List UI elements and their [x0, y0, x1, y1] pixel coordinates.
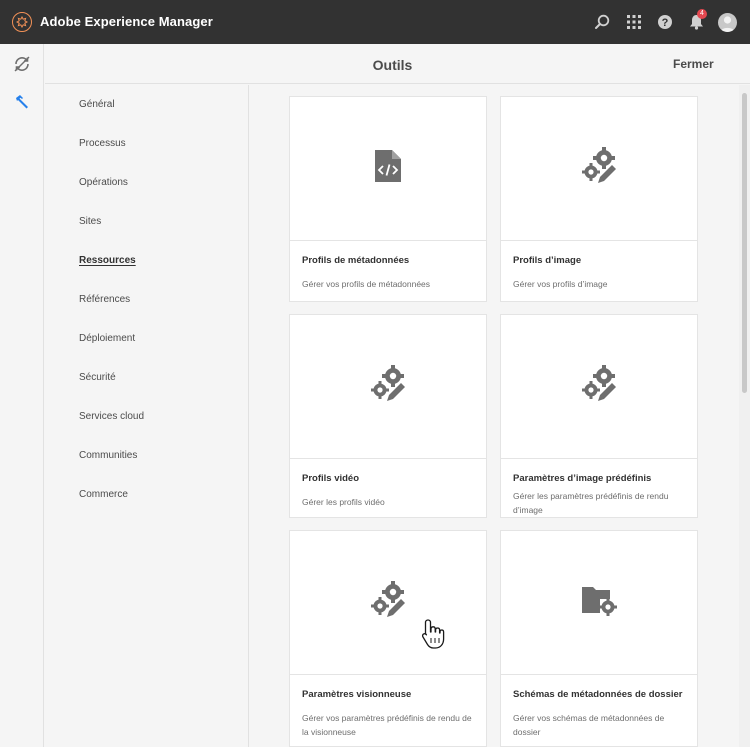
vertical-scrollbar[interactable]: [739, 85, 750, 747]
card-title: Profils de métadonnées: [302, 255, 410, 266]
tools-hammer-icon[interactable]: [12, 92, 32, 112]
nav-item-securite[interactable]: Sécurité: [79, 372, 116, 383]
nav-item-services-cloud[interactable]: Services cloud: [79, 411, 144, 422]
apps-grid-icon[interactable]: [624, 12, 644, 32]
card-image-presets[interactable]: Paramètres d’image prédéfinis Gérer les …: [500, 314, 698, 518]
notifications-bell-icon[interactable]: 4: [686, 9, 707, 32]
card-image-profiles[interactable]: Profils d’image Gérer vos profils d’imag…: [500, 96, 698, 302]
nav-item-sites[interactable]: Sites: [79, 216, 101, 227]
card-title: Schémas de métadonnées de dossier: [513, 689, 683, 700]
help-icon[interactable]: ?: [655, 12, 675, 32]
gears-edit-icon: [368, 580, 408, 625]
aem-logo-icon[interactable]: [12, 12, 32, 32]
card-title: Profils vidéo: [302, 473, 360, 484]
page-header: Outils Fermer: [45, 44, 750, 84]
card-description: Gérer vos profils d’image: [513, 279, 608, 289]
gears-edit-icon: [579, 364, 619, 409]
card-title: Paramètres visionneuse: [302, 689, 412, 700]
card-video-profiles[interactable]: Profils vidéo Gérer les profils vidéo: [289, 314, 487, 518]
close-button[interactable]: Fermer: [673, 57, 714, 71]
nav-item-processus[interactable]: Processus: [79, 138, 126, 149]
top-bar: Adobe Experience Manager ? 4: [0, 0, 750, 44]
tools-category-nav: Général Processus Opérations Sites Resso…: [45, 85, 249, 747]
navigation-toggle-icon[interactable]: [12, 54, 32, 74]
nav-item-communities[interactable]: Communities: [79, 450, 137, 461]
card-viewer-presets[interactable]: Paramètres visionneuse Gérer vos paramèt…: [289, 530, 487, 747]
card-description: Gérer vos profils de métadonnées: [302, 279, 431, 289]
nav-item-operations[interactable]: Opérations: [79, 177, 128, 188]
scrollbar-thumb[interactable]: [742, 93, 747, 393]
left-rail: [0, 44, 44, 747]
card-thumbnail: [501, 315, 697, 459]
nav-item-deploiement[interactable]: Déploiement: [79, 333, 135, 344]
hand-pointer-cursor-icon: [420, 618, 448, 650]
card-thumbnail: [501, 531, 697, 675]
card-thumbnail: [501, 97, 697, 241]
tools-card-grid: Profils de métadonnées Gérer vos profils…: [250, 85, 739, 747]
nav-item-general[interactable]: Général: [79, 99, 115, 110]
svg-text:?: ?: [662, 17, 669, 29]
nav-item-ressources[interactable]: Ressources: [79, 255, 136, 266]
folder-gear-icon: [580, 583, 618, 622]
app-title[interactable]: Adobe Experience Manager: [40, 14, 213, 29]
card-thumbnail: [290, 97, 486, 241]
user-avatar[interactable]: [718, 13, 737, 32]
nav-item-references[interactable]: Références: [79, 294, 130, 305]
card-description: Gérer les profils vidéo: [302, 497, 385, 507]
card-folder-metadata-schemas[interactable]: Schémas de métadonnées de dossier Gérer …: [500, 530, 698, 747]
card-thumbnail: [290, 315, 486, 459]
gears-edit-icon: [579, 146, 619, 191]
card-title: Profils d’image: [513, 255, 582, 266]
nav-item-commerce[interactable]: Commerce: [79, 489, 128, 500]
card-description: Gérer vos schémas de métadonnées de doss…: [513, 713, 665, 737]
card-description: Gérer les paramètres prédéfinis de rendu…: [513, 491, 669, 515]
code-file-icon: [373, 149, 403, 188]
page-title: Outils: [372, 57, 413, 73]
gears-edit-icon: [368, 364, 408, 409]
card-description: Gérer vos paramètres prédéfinis de rendu…: [302, 713, 472, 737]
card-metadata-profiles[interactable]: Profils de métadonnées Gérer vos profils…: [289, 96, 487, 302]
card-thumbnail: [290, 531, 486, 675]
search-icon[interactable]: [592, 12, 612, 32]
notification-badge: 4: [697, 9, 707, 19]
card-title: Paramètres d’image prédéfinis: [513, 473, 652, 484]
